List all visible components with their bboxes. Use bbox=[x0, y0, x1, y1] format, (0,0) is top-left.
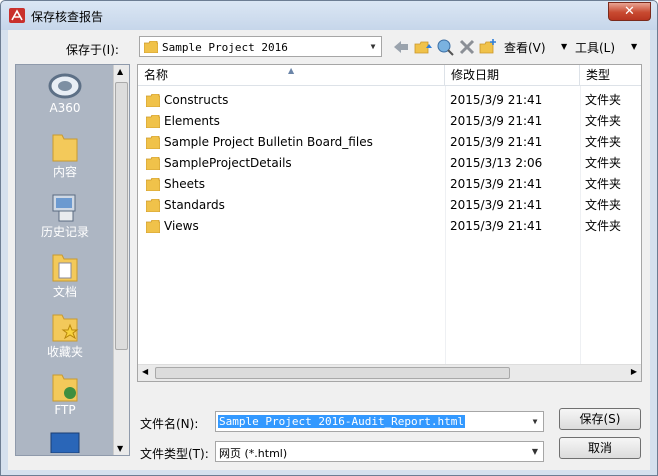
file-row[interactable]: Sheets 2015/3/9 21:41 文件夹 bbox=[138, 174, 641, 195]
folder-icon bbox=[146, 157, 160, 170]
file-row[interactable]: Elements 2015/3/9 21:41 文件夹 bbox=[138, 111, 641, 132]
file-type: 文件夹 bbox=[585, 135, 622, 149]
column-header-date[interactable]: 修改日期 bbox=[445, 65, 580, 86]
save-audit-report-dialog: 保存核查报告 ✕ 保存于(I): Sample Project 2016 ▼ 查… bbox=[0, 0, 658, 476]
chevron-down-icon[interactable]: ▼ bbox=[527, 412, 543, 431]
column-header-type[interactable]: 类型 bbox=[580, 65, 641, 86]
save-in-label: 保存于(I): bbox=[66, 43, 119, 57]
file-name: Views bbox=[164, 219, 199, 233]
filetype-value: 网页 (*.html) bbox=[219, 447, 288, 460]
folder-icon bbox=[144, 41, 158, 53]
file-date: 2015/3/9 21:41 bbox=[450, 114, 543, 128]
filename-input[interactable]: Sample Project 2016-Audit_Report.html ▼ bbox=[215, 411, 544, 432]
file-date: 2015/3/9 21:41 bbox=[450, 219, 543, 233]
folder-icon bbox=[146, 136, 160, 149]
file-name: Elements bbox=[164, 114, 220, 128]
places-bar: A360 内容 历史记录 文档 收藏夹 FTP ▲ ▼ bbox=[15, 64, 130, 456]
file-row[interactable]: Constructs 2015/3/9 21:41 文件夹 bbox=[138, 90, 641, 111]
view-menu[interactable]: 查看(V) bbox=[504, 39, 546, 56]
file-date: 2015/3/9 21:41 bbox=[450, 93, 543, 107]
window-title: 保存核查报告 bbox=[31, 10, 104, 24]
file-row[interactable]: Sample Project Bulletin Board_files 2015/… bbox=[138, 132, 641, 153]
file-date: 2015/3/9 21:41 bbox=[450, 177, 543, 191]
file-name: Sheets bbox=[164, 177, 205, 191]
file-type: 文件夹 bbox=[585, 114, 622, 128]
save-button[interactable]: 保存(S) bbox=[559, 408, 641, 430]
file-type: 文件夹 bbox=[585, 177, 622, 191]
location-combo[interactable]: Sample Project 2016 ▼ bbox=[139, 36, 382, 57]
places-scrollbar[interactable]: ▲ ▼ bbox=[113, 65, 129, 455]
new-folder-icon[interactable] bbox=[479, 38, 497, 56]
file-date: 2015/3/9 21:41 bbox=[450, 198, 543, 212]
file-type: 文件夹 bbox=[585, 219, 622, 233]
file-name: SampleProjectDetails bbox=[164, 156, 292, 170]
file-type: 文件夹 bbox=[585, 198, 622, 212]
file-type: 文件夹 bbox=[585, 93, 622, 107]
folder-icon bbox=[52, 134, 78, 162]
tools-menu[interactable]: 工具(L) bbox=[575, 39, 615, 56]
place-content[interactable]: 内容 bbox=[16, 131, 114, 180]
chevron-down-icon[interactable]: ▼ bbox=[631, 42, 637, 51]
filetype-select[interactable]: 网页 (*.html) ▼ bbox=[215, 441, 544, 462]
close-button[interactable]: ✕ bbox=[608, 2, 651, 21]
folder-icon bbox=[146, 115, 160, 128]
delete-icon[interactable] bbox=[458, 38, 476, 56]
cancel-button[interactable]: 取消 bbox=[559, 437, 641, 459]
documents-icon bbox=[52, 254, 78, 282]
search-web-icon[interactable] bbox=[436, 38, 454, 56]
chevron-down-icon[interactable]: ▼ bbox=[365, 37, 381, 56]
close-icon: ✕ bbox=[624, 4, 635, 19]
history-icon bbox=[52, 194, 76, 222]
favorites-icon bbox=[52, 314, 79, 342]
place-history[interactable]: 历史记录 bbox=[16, 191, 114, 240]
folder-icon bbox=[146, 220, 160, 233]
ftp-icon bbox=[52, 374, 78, 402]
scrollbar-thumb[interactable] bbox=[115, 82, 128, 350]
dialog-body: 保存于(I): Sample Project 2016 ▼ 查看(V) ▼ 工具… bbox=[8, 30, 650, 470]
chevron-down-icon[interactable]: ▼ bbox=[527, 442, 543, 461]
file-list[interactable]: 名称 ▲ 修改日期 类型 Constructs 2015/3/9 21:41 文件夹… bbox=[137, 64, 642, 382]
sort-ascending-icon: ▲ bbox=[288, 66, 295, 75]
column-header-name[interactable]: 名称 ▲ bbox=[138, 65, 445, 86]
back-arrow-icon[interactable] bbox=[392, 38, 410, 56]
folder-icon bbox=[146, 178, 160, 191]
file-row[interactable]: Views 2015/3/9 21:41 文件夹 bbox=[138, 216, 641, 237]
file-name: Standards bbox=[164, 198, 225, 212]
file-row[interactable]: SampleProjectDetails 2015/3/13 2:06 文件夹 bbox=[138, 153, 641, 174]
scroll-up-icon[interactable]: ▲ bbox=[117, 67, 123, 76]
place-desktop[interactable] bbox=[16, 431, 114, 453]
horizontal-scrollbar[interactable]: ◀ ▶ bbox=[138, 364, 641, 381]
title-bar[interactable]: 保存核查报告 ✕ bbox=[1, 1, 657, 30]
place-favorites[interactable]: 收藏夹 bbox=[16, 311, 114, 360]
desktop-icon bbox=[50, 432, 80, 453]
scroll-down-icon[interactable]: ▼ bbox=[117, 444, 123, 453]
folder-icon bbox=[146, 199, 160, 212]
filename-value: Sample Project 2016-Audit_Report.html bbox=[218, 415, 466, 428]
filetype-label: 文件类型(T): bbox=[140, 447, 209, 461]
folder-icon bbox=[146, 94, 160, 107]
file-row[interactable]: Standards 2015/3/9 21:41 文件夹 bbox=[138, 195, 641, 216]
a360-icon bbox=[48, 73, 82, 99]
chevron-down-icon[interactable]: ▼ bbox=[561, 42, 567, 51]
file-type: 文件夹 bbox=[585, 156, 622, 170]
file-date: 2015/3/9 21:41 bbox=[450, 135, 543, 149]
filename-label: 文件名(N): bbox=[140, 417, 199, 431]
location-value: Sample Project 2016 bbox=[162, 41, 288, 54]
place-documents[interactable]: 文档 bbox=[16, 251, 114, 300]
place-ftp[interactable]: FTP bbox=[16, 371, 114, 417]
scrollbar-thumb[interactable] bbox=[155, 367, 510, 379]
place-a360[interactable]: A360 bbox=[16, 71, 114, 115]
up-folder-icon[interactable] bbox=[414, 38, 432, 56]
file-date: 2015/3/13 2:06 bbox=[450, 156, 543, 170]
scroll-left-icon[interactable]: ◀ bbox=[142, 367, 148, 376]
scroll-right-icon[interactable]: ▶ bbox=[631, 367, 637, 376]
file-name: Constructs bbox=[164, 93, 229, 107]
file-name: Sample Project Bulletin Board_files bbox=[164, 135, 373, 149]
autocad-logo-icon bbox=[9, 8, 25, 23]
